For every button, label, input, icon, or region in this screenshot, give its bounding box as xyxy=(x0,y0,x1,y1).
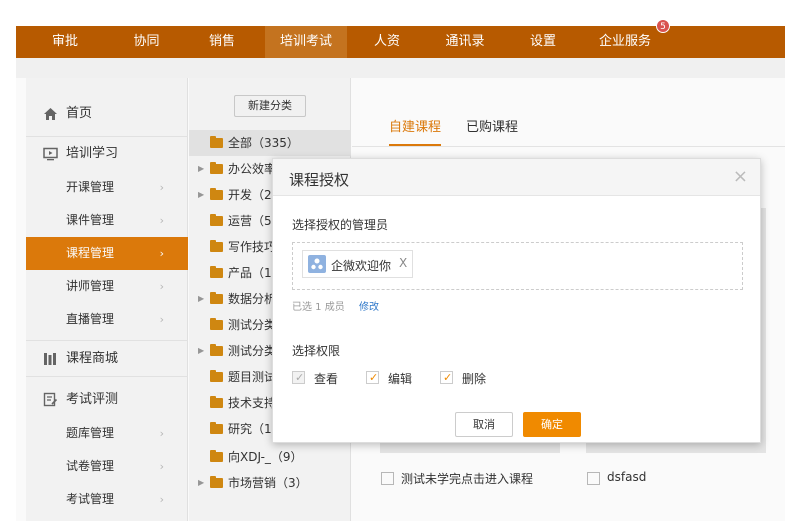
notification-badge: 5 xyxy=(656,19,670,33)
checkmark-icon: ✓ xyxy=(295,371,305,384)
nav-item-approval[interactable]: 审批 xyxy=(16,26,114,58)
checkmark-icon: ✓ xyxy=(369,371,379,384)
permission-section-label: 选择权限 xyxy=(292,344,341,358)
nav-item-contacts[interactable]: 通讯录 xyxy=(427,26,503,58)
dialog-title: 课程授权 xyxy=(289,171,350,189)
admin-name: 企微欢迎你 xyxy=(331,259,392,273)
dialog-header: 课程授权 × xyxy=(273,159,760,196)
selected-count: 已选 1 成员 xyxy=(292,302,345,313)
nav-item-enterprise-services[interactable]: 企业服务 5 xyxy=(583,19,670,58)
checkmark-icon: ✓ xyxy=(443,371,453,384)
top-navigation: 审批 协同 销售 培训考试 人资 通讯录 设置 企业服务 5 xyxy=(16,19,785,58)
nav-item-collaboration[interactable]: 协同 xyxy=(114,26,179,58)
toolbar-strip xyxy=(16,58,785,78)
avatar xyxy=(308,255,326,273)
admin-selection-box[interactable]: 企微欢迎你 X xyxy=(292,242,743,290)
nav-item-sales[interactable]: 销售 xyxy=(179,26,265,58)
permission-label: 查看 xyxy=(314,372,339,386)
cancel-button[interactable]: 取消 xyxy=(455,412,513,437)
permission-label: 删除 xyxy=(462,372,487,386)
view-checkbox: ✓ xyxy=(292,371,305,384)
nav-item-settings[interactable]: 设置 xyxy=(503,26,583,58)
permission-label: 编辑 xyxy=(388,372,413,386)
admin-section-label: 选择授权的管理员 xyxy=(292,218,389,232)
nav-item-hr[interactable]: 人资 xyxy=(347,26,427,58)
nav-item-training-exam[interactable]: 培训考试 xyxy=(265,26,347,58)
close-icon[interactable]: × xyxy=(733,166,748,187)
confirm-button[interactable]: 确定 xyxy=(523,412,581,437)
course-authorization-dialog: 课程授权 × 选择授权的管理员 企微欢迎你 X 已选 1 成员 修改 选择权限 … xyxy=(272,158,761,443)
modify-link[interactable]: 修改 xyxy=(359,298,379,313)
remove-admin-button[interactable]: X xyxy=(399,256,407,270)
selected-admin-chip: 企微欢迎你 X xyxy=(302,250,413,278)
edit-checkbox[interactable]: ✓ xyxy=(366,371,379,384)
delete-checkbox[interactable]: ✓ xyxy=(440,371,453,384)
app-frame: 审批 协同 销售 培训考试 人资 通讯录 设置 企业服务 5 首页 培训学习 开课… xyxy=(0,0,800,521)
